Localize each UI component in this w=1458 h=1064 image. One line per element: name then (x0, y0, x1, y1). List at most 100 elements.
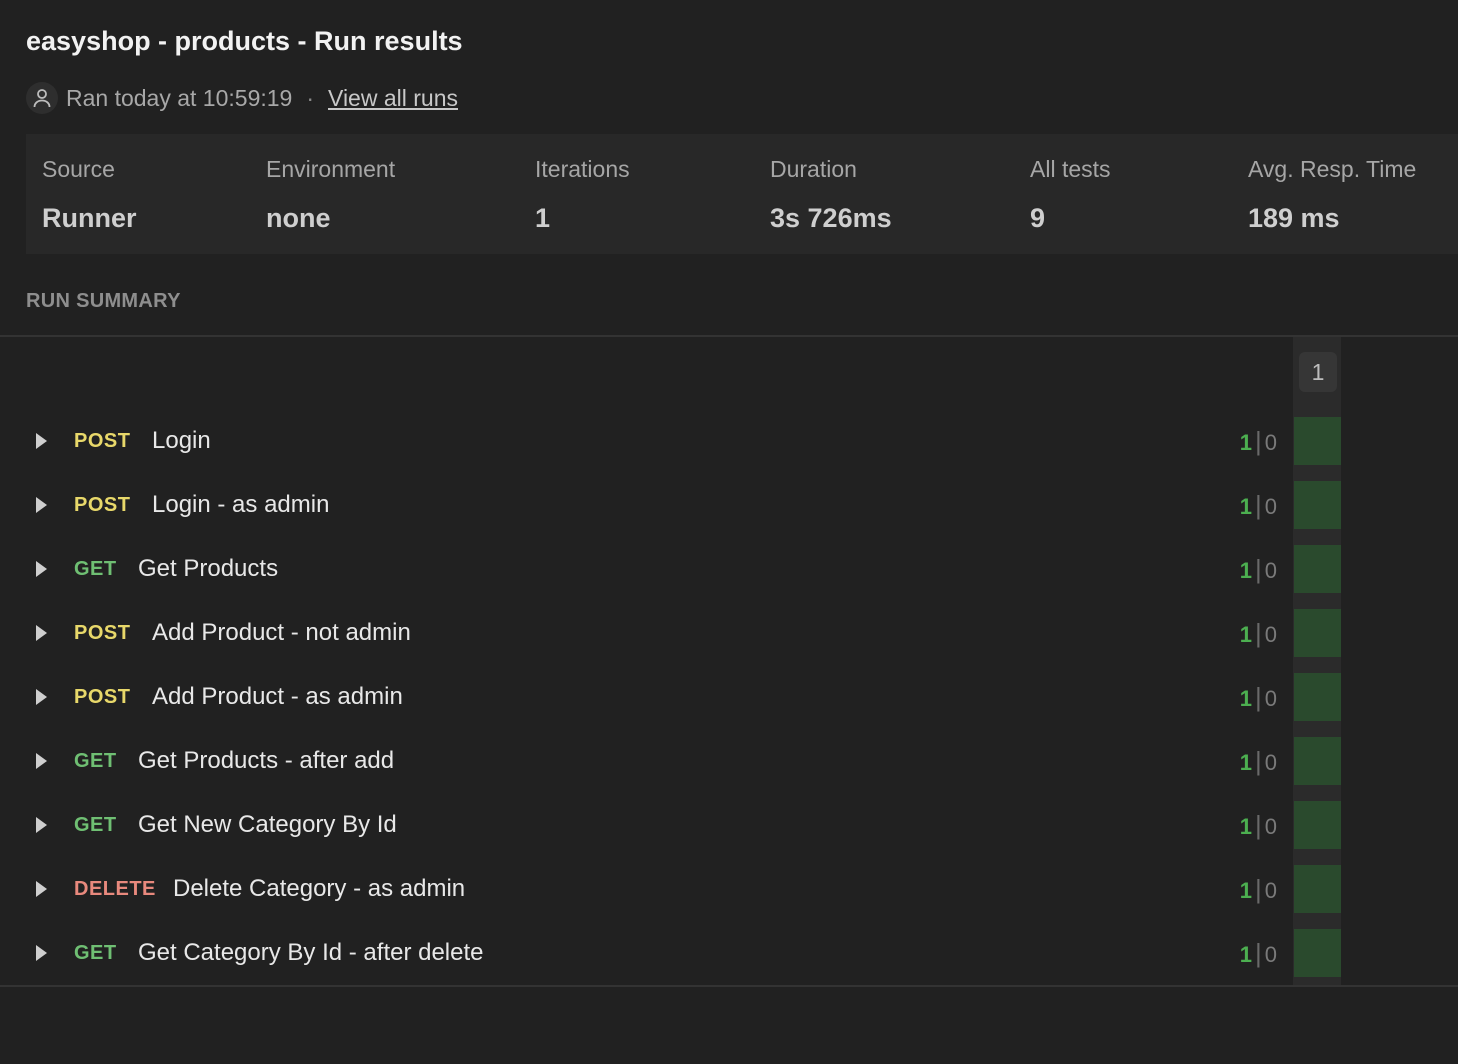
request-name[interactable]: Add Product - as admin (152, 665, 403, 729)
count-separator: | (1254, 426, 1262, 456)
count-separator: | (1254, 874, 1262, 904)
request-name[interactable]: Login (152, 409, 211, 473)
stat-value: 9 (1030, 203, 1046, 233)
iteration-result-cell[interactable] (1294, 737, 1341, 785)
iteration-result-cell[interactable] (1294, 673, 1341, 721)
stat-label: Duration (770, 156, 857, 182)
expand-caret-icon[interactable] (36, 561, 47, 577)
passed-count: 1 (1239, 430, 1252, 455)
failed-count: 0 (1264, 558, 1277, 583)
stat-label: All tests (1030, 156, 1111, 182)
count-separator: | (1254, 618, 1262, 648)
expand-caret-icon[interactable] (36, 753, 47, 769)
iteration-result-cell[interactable] (1294, 801, 1341, 849)
request-name[interactable]: Login - as admin (152, 473, 329, 537)
iteration-result-cell[interactable] (1294, 609, 1341, 657)
divider (0, 335, 1458, 337)
iteration-result-cell[interactable] (1294, 865, 1341, 913)
request-row[interactable]: GET Get Category By Id - after delete 1 | 0 (0, 921, 1293, 985)
request-method: POST (74, 430, 131, 452)
request-method: POST (74, 686, 131, 708)
expand-caret-icon[interactable] (36, 625, 47, 641)
stat-all-tests: All tests 9 (1030, 154, 1111, 234)
request-name[interactable]: Add Product - not admin (152, 601, 411, 665)
run-summary-heading: RUN SUMMARY (26, 290, 181, 312)
request-method: POST (74, 494, 131, 516)
test-counts: 1 | 0 (1240, 729, 1277, 793)
passed-count: 1 (1239, 558, 1252, 583)
test-counts: 1 | 0 (1240, 601, 1277, 665)
stat-environment: Environment none (266, 154, 395, 234)
stat-label: Source (42, 156, 115, 182)
passed-count: 1 (1239, 622, 1252, 647)
stat-source: Source Runner (42, 154, 137, 234)
stat-avg-resp-time: Avg. Resp. Time 189 ms (1248, 154, 1416, 234)
request-method: GET (74, 942, 117, 964)
expand-caret-icon[interactable] (36, 433, 47, 449)
failed-count: 0 (1264, 878, 1277, 903)
expand-caret-icon[interactable] (36, 945, 47, 961)
request-row[interactable]: GET Get Products - after add 1 | 0 (0, 729, 1293, 793)
view-all-runs-link[interactable]: View all runs (328, 85, 458, 112)
passed-count: 1 (1239, 494, 1252, 519)
iteration-header-1[interactable]: 1 (1299, 352, 1337, 392)
count-separator: | (1254, 810, 1262, 840)
page-title: easyshop - products - Run results (26, 26, 463, 56)
iteration-result-cell[interactable] (1294, 417, 1341, 465)
request-row[interactable]: POST Login 1 | 0 (0, 409, 1293, 473)
test-counts: 1 | 0 (1240, 857, 1277, 921)
stat-value: 189 ms (1248, 203, 1340, 233)
request-row[interactable]: POST Add Product - not admin 1 | 0 (0, 601, 1293, 665)
test-counts: 1 | 0 (1240, 473, 1277, 537)
stat-iterations: Iterations 1 (535, 154, 630, 234)
expand-caret-icon[interactable] (36, 817, 47, 833)
iteration-result-cell[interactable] (1294, 481, 1341, 529)
divider (0, 985, 1458, 987)
test-counts: 1 | 0 (1240, 793, 1277, 857)
request-row[interactable]: POST Login - as admin 1 | 0 (0, 473, 1293, 537)
request-list: POST Login 1 | 0 POST Login - as admin 1 | 0 GET Ge… (0, 409, 1293, 985)
failed-count: 0 (1264, 622, 1277, 647)
expand-caret-icon[interactable] (36, 497, 47, 513)
iteration-result-cell[interactable] (1294, 545, 1341, 593)
passed-count: 1 (1239, 750, 1252, 775)
test-counts: 1 | 0 (1240, 665, 1277, 729)
request-row[interactable]: GET Get Products 1 | 0 (0, 537, 1293, 601)
run-meta: Ran today at 10:59:19 · View all runs (26, 82, 458, 114)
ran-timestamp: Ran today at 10:59:19 (66, 84, 293, 111)
request-row[interactable]: POST Add Product - as admin 1 | 0 (0, 665, 1293, 729)
request-name[interactable]: Get Products - after add (138, 729, 394, 793)
failed-count: 0 (1264, 430, 1277, 455)
iteration-result-cell[interactable] (1294, 929, 1341, 977)
passed-count: 1 (1239, 942, 1252, 967)
meta-separator: · (306, 84, 315, 111)
request-name[interactable]: Get New Category By Id (138, 793, 397, 857)
request-row[interactable]: GET Get New Category By Id 1 | 0 (0, 793, 1293, 857)
count-separator: | (1254, 490, 1262, 520)
stat-label: Environment (266, 156, 396, 182)
stat-value: 3s 726ms (770, 203, 892, 233)
request-method: GET (74, 814, 117, 836)
expand-caret-icon[interactable] (36, 881, 47, 897)
test-counts: 1 | 0 (1240, 921, 1277, 985)
stat-label: Iterations (535, 156, 630, 182)
stat-label: Avg. Resp. Time (1248, 156, 1417, 182)
request-name[interactable]: Delete Category - as admin (173, 857, 465, 921)
stat-value: none (266, 203, 331, 233)
run-stats-panel: Source Runner Environment none Iteration… (26, 134, 1458, 254)
failed-count: 0 (1264, 494, 1277, 519)
count-separator: | (1254, 746, 1262, 776)
failed-count: 0 (1264, 814, 1277, 839)
request-row[interactable]: DELETE Delete Category - as admin 1 | 0 (0, 857, 1293, 921)
request-method: GET (74, 558, 117, 580)
request-name[interactable]: Get Products (138, 537, 278, 601)
request-method: POST (74, 622, 131, 644)
expand-caret-icon[interactable] (36, 689, 47, 705)
test-counts: 1 | 0 (1240, 537, 1277, 601)
stat-value: 1 (535, 203, 551, 233)
request-method: DELETE (74, 878, 156, 900)
failed-count: 0 (1264, 750, 1277, 775)
stat-duration: Duration 3s 726ms (770, 154, 892, 234)
request-name[interactable]: Get Category By Id - after delete (138, 921, 484, 985)
passed-count: 1 (1239, 686, 1252, 711)
